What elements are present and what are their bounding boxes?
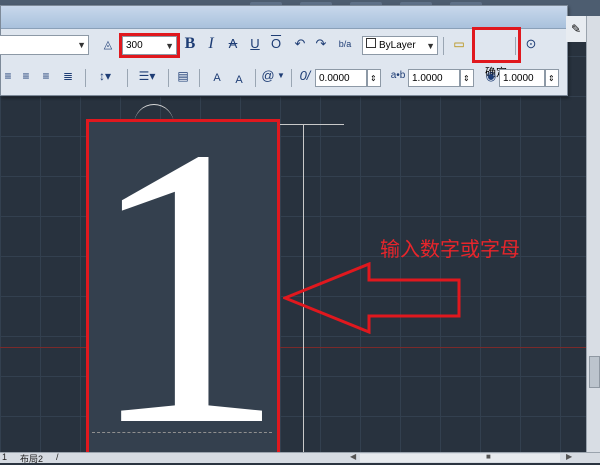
ruler-horizontal [280, 124, 344, 125]
highlight-box-ok [472, 27, 521, 63]
spinner-icon[interactable]: ⇕ [545, 69, 559, 87]
highlight-box-height [119, 33, 180, 58]
toolbar-titlebar[interactable] [1, 6, 567, 29]
width-factor-icon: ◉ [485, 69, 497, 83]
toolbar-separator [255, 69, 256, 87]
align-center-icon[interactable]: ≡ [19, 66, 33, 86]
spinner-icon[interactable]: ⇕ [367, 69, 381, 87]
subscript-button[interactable]: A [229, 70, 249, 90]
annotation-label: 输入数字或字母 [380, 237, 520, 261]
redo-button[interactable]: ↷ [314, 34, 328, 54]
options-chevron-icon[interactable]: ⊙ [523, 34, 539, 54]
vertical-scrollbar[interactable] [586, 16, 600, 452]
ruler-icon[interactable]: ▭ [451, 34, 467, 54]
stack-button[interactable]: b/a [335, 34, 355, 54]
tracking-input[interactable]: 1.0000 [408, 69, 460, 87]
font-dropdown[interactable]: ▼ [0, 35, 89, 55]
line-spacing-icon[interactable]: ↕▾ [93, 66, 117, 86]
edit-icon[interactable]: ✎ [566, 16, 586, 42]
tab-number: 1 [2, 452, 8, 462]
symbol-button[interactable]: @ [261, 66, 275, 86]
toolbar-separator [127, 69, 128, 87]
numbering-icon[interactable]: ☰▾ [135, 66, 159, 86]
chevron-down-icon[interactable]: ▼ [277, 66, 285, 86]
spinner-icon[interactable]: ⇕ [460, 69, 474, 87]
left-arrow-icon [283, 262, 461, 334]
scroll-thumb-icon[interactable]: ■ [486, 452, 491, 461]
annotative-icon[interactable]: ◬ [101, 35, 115, 55]
justify-icon[interactable]: ≣ [61, 66, 75, 86]
text-formatting-toolbar: ▼ ◬ 300 ▼ B I A U O ↶ ↷ b/a ByLayer ▼ ▭ 确定… [0, 5, 568, 96]
color-dropdown[interactable]: ByLayer ▼ [362, 36, 438, 55]
underline-button[interactable]: U [248, 34, 262, 54]
toolbar-row-2: ≡ ≡ ≡ ≣ ↕▾ ☰▾ ▤ A A @ ▼ 0/ 0.0000 ⇕ a•b … [1, 66, 567, 92]
tab-separator: / [56, 452, 59, 462]
highlight-box-character [86, 119, 280, 455]
layout-tab-bar: 1 布局2 / ◀ ■ ▶ [0, 452, 600, 465]
superscript-button[interactable]: A [207, 68, 227, 88]
undo-button[interactable]: ↶ [293, 34, 307, 54]
align-left-icon[interactable]: ≡ [1, 66, 15, 86]
strikethrough-button[interactable]: A [226, 34, 240, 54]
oblique-icon: 0/ [299, 68, 311, 83]
color-swatch [366, 38, 376, 48]
tracking-icon: a•b [390, 70, 406, 81]
toolbar-separator [85, 69, 86, 87]
chevron-down-icon: ▼ [77, 40, 86, 50]
oblique-angle-input[interactable]: 0.0000 [315, 69, 367, 87]
insert-field-icon[interactable]: ▤ [175, 66, 191, 86]
italic-button[interactable]: I [204, 34, 218, 54]
tab-layout2[interactable]: 布局2 [20, 452, 43, 465]
toolbar-separator [291, 69, 292, 87]
color-value: ByLayer [379, 40, 416, 51]
horizontal-scrollbar[interactable] [360, 454, 560, 462]
scroll-thumb[interactable] [589, 356, 600, 388]
toolbar-separator [168, 69, 169, 87]
scroll-left-icon[interactable]: ◀ [350, 452, 356, 461]
toolbar-separator [199, 69, 200, 87]
toolbar-row-1: ▼ ◬ 300 ▼ B I A U O ↶ ↷ b/a ByLayer ▼ ▭ 确定… [0, 27, 567, 79]
toolbar-separator [515, 37, 516, 55]
bold-button[interactable]: B [183, 34, 197, 54]
chevron-down-icon: ▼ [426, 41, 435, 51]
toolbar-separator [443, 37, 444, 55]
width-factor-input[interactable]: 1.0000 [499, 69, 545, 87]
overline-button[interactable]: O [269, 34, 283, 54]
scroll-right-icon[interactable]: ▶ [566, 452, 572, 461]
align-right-icon[interactable]: ≡ [39, 66, 53, 86]
